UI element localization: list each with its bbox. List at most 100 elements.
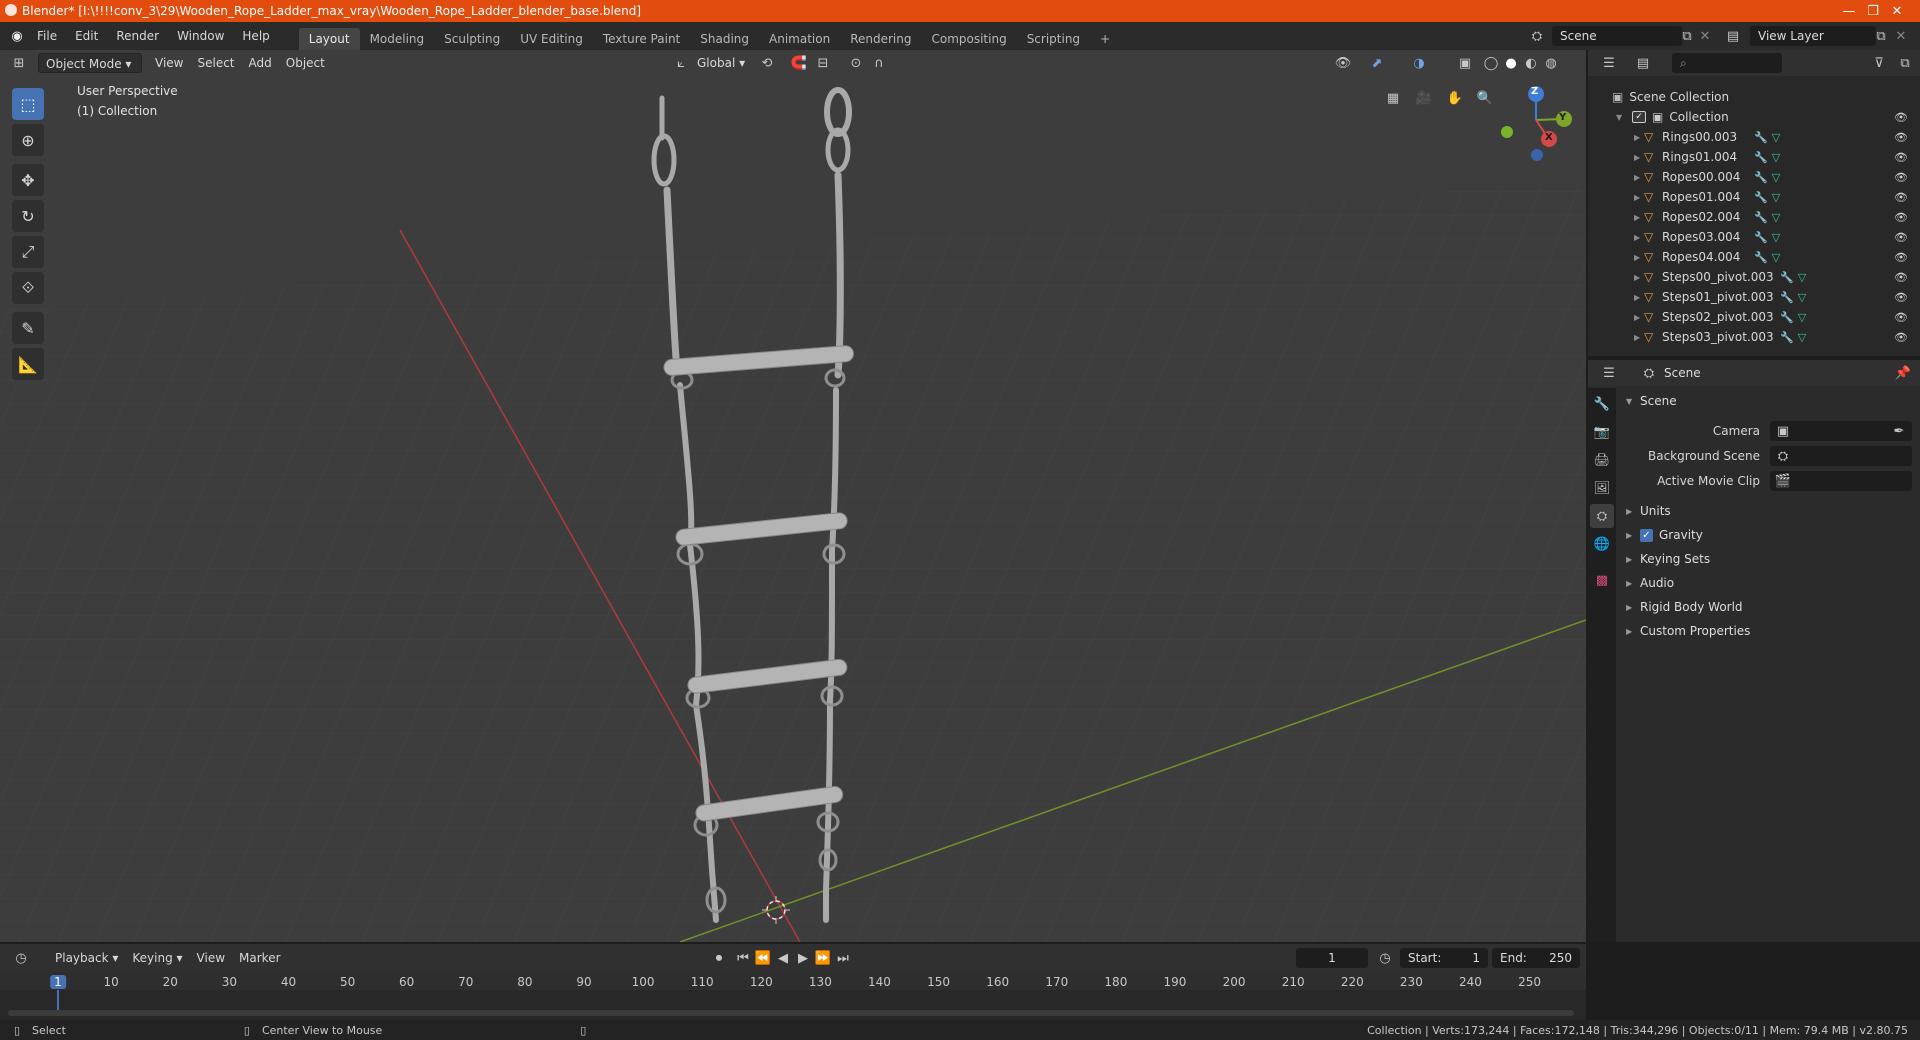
filter-icon[interactable]: ⊽	[1868, 53, 1890, 73]
expand-object-icon[interactable]: ▶	[1634, 273, 1644, 282]
tab-shading[interactable]: Shading	[690, 28, 759, 50]
expand-object-icon[interactable]: ▶	[1634, 233, 1644, 242]
current-frame-marker[interactable]: 1	[50, 975, 66, 989]
object-visibility-icon[interactable]: 👁	[1894, 131, 1908, 144]
camera-field[interactable]: ▣ ✒	[1770, 421, 1912, 441]
outliner-object-row[interactable]: ▶ ▽ Ropes01.004 🔧 ▽ 👁	[1588, 187, 1920, 207]
play-reverse-icon[interactable]: ◀	[772, 948, 794, 968]
outliner-object-row[interactable]: ▶ ▽ Steps01_pivot.003 🔧 ▽ 👁	[1588, 287, 1920, 307]
world-properties-tab-icon[interactable]: 🌐	[1590, 532, 1614, 556]
tab-animation[interactable]: Animation	[759, 28, 840, 50]
start-frame-field[interactable]: Start: 1	[1400, 948, 1488, 968]
xray-toggle-icon[interactable]: ▣	[1454, 53, 1476, 73]
modifier-wrench-icon[interactable]: 🔧	[1754, 171, 1768, 184]
expand-object-icon[interactable]: ▶	[1634, 153, 1644, 162]
object-visibility-icon[interactable]: 👁	[1894, 331, 1908, 344]
modifier-wrench-icon[interactable]: 🔧	[1754, 211, 1768, 224]
scale-tool-icon[interactable]: ⤢	[12, 236, 44, 268]
overlays-toggle-icon[interactable]: ◑	[1408, 53, 1430, 73]
audio-section[interactable]: ▶ Audio	[1626, 576, 1674, 590]
editor-type-icon[interactable]: ⊞	[8, 53, 30, 73]
camera-view-icon[interactable]: 🎥	[1413, 88, 1435, 108]
move-tool-icon[interactable]: ✥	[12, 164, 44, 196]
mesh-data-icon[interactable]: ▽	[1772, 231, 1780, 244]
outliner-object-row[interactable]: ▶ ▽ Ropes03.004 🔧 ▽ 👁	[1588, 227, 1920, 247]
mesh-data-icon[interactable]: ▽	[1772, 191, 1780, 204]
scene-icon[interactable]: ⛭	[1526, 26, 1548, 46]
properties-editor-icon[interactable]: ☰	[1598, 363, 1620, 383]
playback-menu[interactable]: Playback ▾	[48, 948, 125, 968]
blender-menu-icon[interactable]: ◉	[6, 26, 28, 46]
gravity-checkbox[interactable]: ✓	[1640, 528, 1653, 542]
transform-orientation-dropdown[interactable]: Global ▾	[690, 53, 752, 73]
annotate-tool-icon[interactable]: ✎	[12, 312, 44, 344]
tool-properties-tab-icon[interactable]: 🔧	[1590, 392, 1614, 416]
eyedropper-icon[interactable]: ✒	[1888, 421, 1910, 441]
falloff-icon[interactable]: ∩	[868, 53, 890, 73]
object-visibility-icon[interactable]: 👁	[1894, 171, 1908, 184]
object-mode-dropdown[interactable]: Object Mode ▾	[38, 53, 142, 73]
new-collection-icon[interactable]: ⧉	[1894, 53, 1916, 73]
menu-select[interactable]: Select	[190, 53, 241, 73]
outliner-object-row[interactable]: ▶ ▽ Rings01.004 🔧 ▽ 👁	[1588, 147, 1920, 167]
measure-tool-icon[interactable]: 📐	[12, 348, 44, 380]
zoom-icon[interactable]: 🔍	[1474, 88, 1496, 108]
delete-scene-icon[interactable]: ✕	[1694, 26, 1716, 46]
timeline-editor-icon[interactable]: ◷	[10, 948, 32, 968]
material-shading-icon[interactable]: ◐	[1520, 53, 1542, 73]
object-visibility-icon[interactable]: 👁	[1894, 291, 1908, 304]
current-frame-field[interactable]: 1	[1296, 948, 1368, 968]
jump-start-icon[interactable]: ⏮	[732, 948, 754, 968]
modifier-wrench-icon[interactable]: 🔧	[1754, 131, 1768, 144]
modifier-wrench-icon[interactable]: 🔧	[1754, 191, 1768, 204]
timeline-view-menu[interactable]: View	[190, 948, 232, 968]
view-layer-icon[interactable]: ▤	[1722, 26, 1744, 46]
mesh-data-icon[interactable]: ▽	[1772, 251, 1780, 264]
tab-compositing[interactable]: Compositing	[921, 28, 1016, 50]
collection-row[interactable]: ▼ ✓ ▣ Collection 👁	[1588, 107, 1920, 127]
menu-file[interactable]: File	[28, 22, 66, 50]
scene-panel-header[interactable]: ▼ Scene	[1626, 394, 1677, 408]
mesh-data-icon[interactable]: ▽	[1772, 151, 1780, 164]
add-workspace-button[interactable]: +	[1090, 28, 1120, 50]
collection-checkbox[interactable]: ✓	[1632, 111, 1646, 123]
modifier-wrench-icon[interactable]: 🔧	[1780, 291, 1794, 304]
menu-window[interactable]: Window	[168, 22, 233, 50]
menu-view[interactable]: View	[148, 53, 190, 73]
expand-object-icon[interactable]: ▶	[1634, 253, 1644, 262]
transform-tool-icon[interactable]: ⟐	[12, 272, 44, 304]
outliner-object-row[interactable]: ▶ ▽ Rings00.003 🔧 ▽ 👁	[1588, 127, 1920, 147]
expand-object-icon[interactable]: ▶	[1634, 293, 1644, 302]
next-keyframe-icon[interactable]: ⏩	[812, 948, 834, 968]
close-window-button[interactable]: ✕	[1874, 0, 1920, 22]
background-scene-field[interactable]: ⛭	[1770, 446, 1912, 466]
3d-viewport[interactable]: Z Y X ▦ 🎥 ✋ 🔍 User Perspective (1) Colle…	[0, 50, 1586, 942]
object-visibility-icon[interactable]: 👁	[1894, 211, 1908, 224]
modifier-wrench-icon[interactable]: 🔧	[1754, 231, 1768, 244]
scene-collection-row[interactable]: ▣ Scene Collection	[1588, 87, 1920, 107]
mesh-data-icon[interactable]: ▽	[1772, 171, 1780, 184]
snap-icon[interactable]: 🧲	[788, 53, 810, 73]
expand-object-icon[interactable]: ▶	[1634, 333, 1644, 342]
new-view-layer-icon[interactable]: ⧉	[1870, 26, 1892, 46]
rigid-body-world-section[interactable]: ▶ Rigid Body World	[1626, 600, 1743, 614]
keying-sets-section[interactable]: ▶ Keying Sets	[1626, 552, 1710, 566]
tab-rendering[interactable]: Rendering	[840, 28, 921, 50]
solid-shading-icon[interactable]: ●	[1500, 53, 1522, 73]
custom-properties-section[interactable]: ▶ Custom Properties	[1626, 624, 1750, 638]
menu-render[interactable]: Render	[107, 22, 168, 50]
toggle-grid-icon[interactable]: ▦	[1382, 88, 1404, 108]
gravity-section[interactable]: ▶ ✓ Gravity	[1626, 528, 1703, 542]
visibility-filter-icon[interactable]: 👁	[1332, 53, 1354, 73]
jump-end-icon[interactable]: ⏭	[832, 948, 854, 968]
object-visibility-icon[interactable]: 👁	[1894, 151, 1908, 164]
object-visibility-icon[interactable]: 👁	[1894, 271, 1908, 284]
tab-modeling[interactable]: Modeling	[360, 28, 435, 50]
object-visibility-icon[interactable]: 👁	[1894, 191, 1908, 204]
menu-object[interactable]: Object	[279, 53, 332, 73]
pivot-point-icon[interactable]: ⟲	[756, 53, 778, 73]
tab-scripting[interactable]: Scripting	[1017, 28, 1090, 50]
scene-properties-tab-icon[interactable]: ⛭	[1590, 504, 1614, 528]
select-box-tool-icon[interactable]: ⬚	[12, 88, 44, 120]
expand-object-icon[interactable]: ▶	[1634, 133, 1644, 142]
